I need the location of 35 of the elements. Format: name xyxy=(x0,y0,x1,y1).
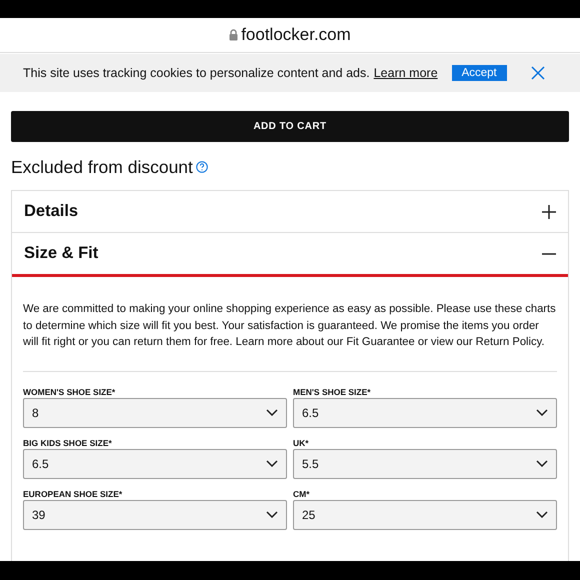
close-icon[interactable] xyxy=(530,66,545,80)
add-to-cart-button[interactable]: ADD TO CART xyxy=(11,111,569,142)
address-bar[interactable]: footlocker.com xyxy=(0,18,580,53)
size-select[interactable]: 5.5 xyxy=(293,448,557,478)
size-select[interactable]: 6.5 xyxy=(293,398,557,428)
select-label: UK* xyxy=(293,436,310,448)
chevron-down-icon xyxy=(266,460,278,467)
chevron-down-icon xyxy=(266,511,278,518)
section-title: Details xyxy=(24,202,78,221)
size-select[interactable]: 39 xyxy=(23,500,287,530)
chevron-down-icon xyxy=(536,409,548,416)
size-fit-description: We are committed to making your online shopping experience as easy as possible. Please use these charts to determine which size will fit you best. Your satisfaction is guaranteed. We promise the items you order will fit right or you can return them for free. Learn more about our Fit Guarantee or view our Return Policy. xyxy=(23,301,557,372)
chevron-down-icon xyxy=(536,511,548,518)
discount-note: Excluded from discount xyxy=(11,156,193,178)
lock-icon xyxy=(229,29,238,41)
minus-icon xyxy=(542,252,556,254)
accordion-header[interactable]: Size & Fit xyxy=(12,233,568,277)
size-select[interactable]: 6.5 xyxy=(23,448,287,478)
chevron-down-icon xyxy=(536,460,548,467)
select-label: BIG KIDS SHOE SIZE* xyxy=(23,436,113,448)
accept-button[interactable]: Accept xyxy=(452,65,507,81)
select-label: EUROPEAN SHOE SIZE* xyxy=(23,488,124,500)
select-label: MEN'S SHOE SIZE* xyxy=(293,386,372,398)
learn-more-link[interactable]: Learn more xyxy=(374,66,438,80)
cookie-message: This site uses tracking cookies to personalize content and ads. xyxy=(23,66,370,80)
accordion-header[interactable]: Details xyxy=(12,191,568,233)
chevron-down-icon xyxy=(266,409,278,416)
section-title: Size & Fit xyxy=(24,244,98,263)
help-icon[interactable] xyxy=(196,161,208,173)
select-label: CM* xyxy=(293,488,311,500)
plus-icon xyxy=(542,204,556,218)
url-text: footlocker.com xyxy=(241,25,351,45)
select-label: WOMEN'S SHOE SIZE* xyxy=(23,386,116,398)
size-select[interactable]: 25 xyxy=(293,500,557,530)
size-select[interactable]: 8 xyxy=(23,398,287,428)
